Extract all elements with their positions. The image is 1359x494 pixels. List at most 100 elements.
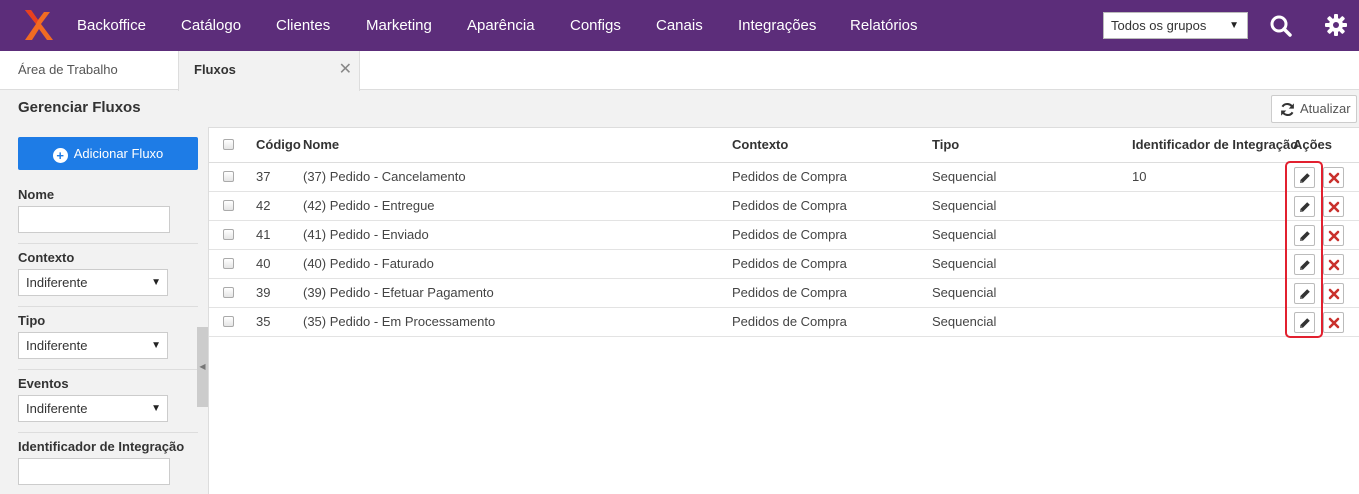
cell-contexto: Pedidos de Compra	[732, 314, 847, 329]
refresh-icon	[1281, 102, 1294, 117]
cell-codigo: 39	[256, 285, 271, 300]
cell-nome: (37) Pedido - Cancelamento	[303, 169, 466, 184]
column-header-integracao[interactable]: Identificador de Integração	[1132, 128, 1298, 163]
x-logo-icon[interactable]	[22, 8, 54, 42]
filter-label-eventos: Eventos	[18, 376, 69, 391]
cell-integracao: 10	[1132, 169, 1147, 184]
nav-item-integracoes[interactable]: Integrações	[738, 0, 816, 51]
nav-item-catalogo[interactable]: Catálogo	[181, 0, 241, 51]
row-checkbox[interactable]	[223, 229, 234, 240]
close-icon[interactable]: ✕	[339, 51, 352, 89]
page-title: Gerenciar Fluxos	[18, 99, 141, 116]
refresh-label: Atualizar	[1300, 101, 1351, 116]
integracao-input[interactable]	[18, 458, 170, 485]
divider	[18, 243, 198, 244]
nav-item-aparencia[interactable]: Aparência	[467, 0, 535, 51]
nav-item-marketing[interactable]: Marketing	[366, 0, 432, 51]
delete-x-icon	[1328, 172, 1340, 184]
table-row: 40 (40) Pedido - Faturado Pedidos de Com…	[209, 250, 1359, 279]
tab-label: Área de Trabalho	[18, 62, 118, 77]
delete-button[interactable]	[1323, 283, 1344, 304]
delete-button[interactable]	[1323, 196, 1344, 217]
cell-codigo: 37	[256, 169, 271, 184]
column-header-tipo[interactable]: Tipo	[932, 128, 959, 163]
row-checkbox[interactable]	[223, 316, 234, 327]
nav-item-canais[interactable]: Canais	[656, 0, 703, 51]
filter-label-integracao: Identificador de Integração	[18, 439, 185, 454]
cell-codigo: 40	[256, 256, 271, 271]
cell-contexto: Pedidos de Compra	[732, 227, 847, 242]
search-icon[interactable]	[1269, 14, 1293, 38]
nav-item-relatorios[interactable]: Relatórios	[850, 0, 918, 51]
cell-codigo: 41	[256, 227, 271, 242]
nav-item-configs[interactable]: Configs	[570, 0, 621, 51]
eventos-select[interactable]: Indiferente ▼	[18, 395, 168, 422]
caret-down-icon: ▼	[151, 340, 161, 351]
divider	[18, 306, 198, 307]
delete-button[interactable]	[1323, 167, 1344, 188]
tab-label: Fluxos	[194, 62, 236, 77]
table-header: Código Nome Contexto Tipo Identificador …	[209, 128, 1359, 163]
cell-tipo: Sequencial	[932, 314, 997, 329]
cell-nome: (42) Pedido - Entregue	[303, 198, 435, 213]
column-header-nome[interactable]: Nome	[303, 128, 339, 163]
row-checkbox[interactable]	[223, 287, 234, 298]
caret-down-icon: ▼	[151, 403, 161, 414]
delete-button[interactable]	[1323, 225, 1344, 246]
cell-tipo: Sequencial	[932, 169, 997, 184]
filter-label-tipo: Tipo	[18, 313, 46, 328]
caret-down-icon: ▼	[1229, 20, 1239, 31]
table-row: 37 (37) Pedido - Cancelamento Pedidos de…	[209, 163, 1359, 192]
cell-contexto: Pedidos de Compra	[732, 256, 847, 271]
delete-x-icon	[1328, 317, 1340, 329]
gear-icon[interactable]	[1324, 13, 1348, 37]
eventos-select-value: Indiferente	[26, 401, 88, 416]
tab-area-de-trabalho[interactable]: Área de Trabalho	[0, 51, 178, 90]
tab-fluxos[interactable]: Fluxos ✕	[178, 51, 360, 91]
tab-bar: Área de Trabalho Fluxos ✕	[0, 51, 1359, 91]
nav-item-clientes[interactable]: Clientes	[276, 0, 330, 51]
cell-codigo: 35	[256, 314, 271, 329]
contexto-select[interactable]: Indiferente ▼	[18, 269, 168, 296]
sidebar-collapse-handle[interactable]: ◀	[197, 327, 208, 407]
column-header-contexto[interactable]: Contexto	[732, 128, 788, 163]
cell-tipo: Sequencial	[932, 256, 997, 271]
column-header-acoes: Ações	[1293, 137, 1333, 152]
top-navigation-bar: Backoffice Catálogo Clientes Marketing A…	[0, 0, 1359, 51]
delete-x-icon	[1328, 201, 1340, 213]
nome-input[interactable]	[18, 206, 170, 233]
delete-button[interactable]	[1323, 312, 1344, 333]
group-select[interactable]: Todos os grupos ▼	[1103, 12, 1248, 39]
tipo-select-value: Indiferente	[26, 338, 88, 353]
divider	[18, 432, 198, 433]
table-row: 41 (41) Pedido - Enviado Pedidos de Comp…	[209, 221, 1359, 250]
add-flow-button[interactable]: + Adicionar Fluxo	[18, 137, 198, 170]
add-flow-label: Adicionar Fluxo	[73, 146, 164, 161]
filter-label-nome: Nome	[18, 187, 55, 202]
tipo-select[interactable]: Indiferente ▼	[18, 332, 168, 359]
row-checkbox[interactable]	[223, 258, 234, 269]
divider	[18, 369, 198, 370]
row-checkbox[interactable]	[223, 200, 234, 211]
delete-button[interactable]	[1323, 254, 1344, 275]
column-header-codigo[interactable]: Código	[256, 128, 301, 163]
caret-down-icon: ▼	[151, 277, 161, 288]
select-all-checkbox[interactable]	[223, 139, 234, 150]
cell-codigo: 42	[256, 198, 271, 213]
cell-contexto: Pedidos de Compra	[732, 198, 847, 213]
plus-circle-icon: +	[52, 148, 68, 163]
table-row: 42 (42) Pedido - Entregue Pedidos de Com…	[209, 192, 1359, 221]
filter-label-contexto: Contexto	[18, 250, 75, 265]
group-select-value: Todos os grupos	[1111, 18, 1207, 33]
table-row: 35 (35) Pedido - Em Processamento Pedido…	[209, 308, 1359, 337]
cell-contexto: Pedidos de Compra	[732, 285, 847, 300]
contexto-select-value: Indiferente	[26, 275, 88, 290]
cell-nome: (40) Pedido - Faturado	[303, 256, 434, 271]
cell-nome: (39) Pedido - Efetuar Pagamento	[303, 285, 494, 300]
row-checkbox[interactable]	[223, 171, 234, 182]
cell-nome: (41) Pedido - Enviado	[303, 227, 429, 242]
delete-x-icon	[1328, 259, 1340, 271]
nav-item-backoffice[interactable]: Backoffice	[77, 0, 146, 51]
refresh-button[interactable]: Atualizar	[1271, 95, 1357, 123]
cell-tipo: Sequencial	[932, 227, 997, 242]
